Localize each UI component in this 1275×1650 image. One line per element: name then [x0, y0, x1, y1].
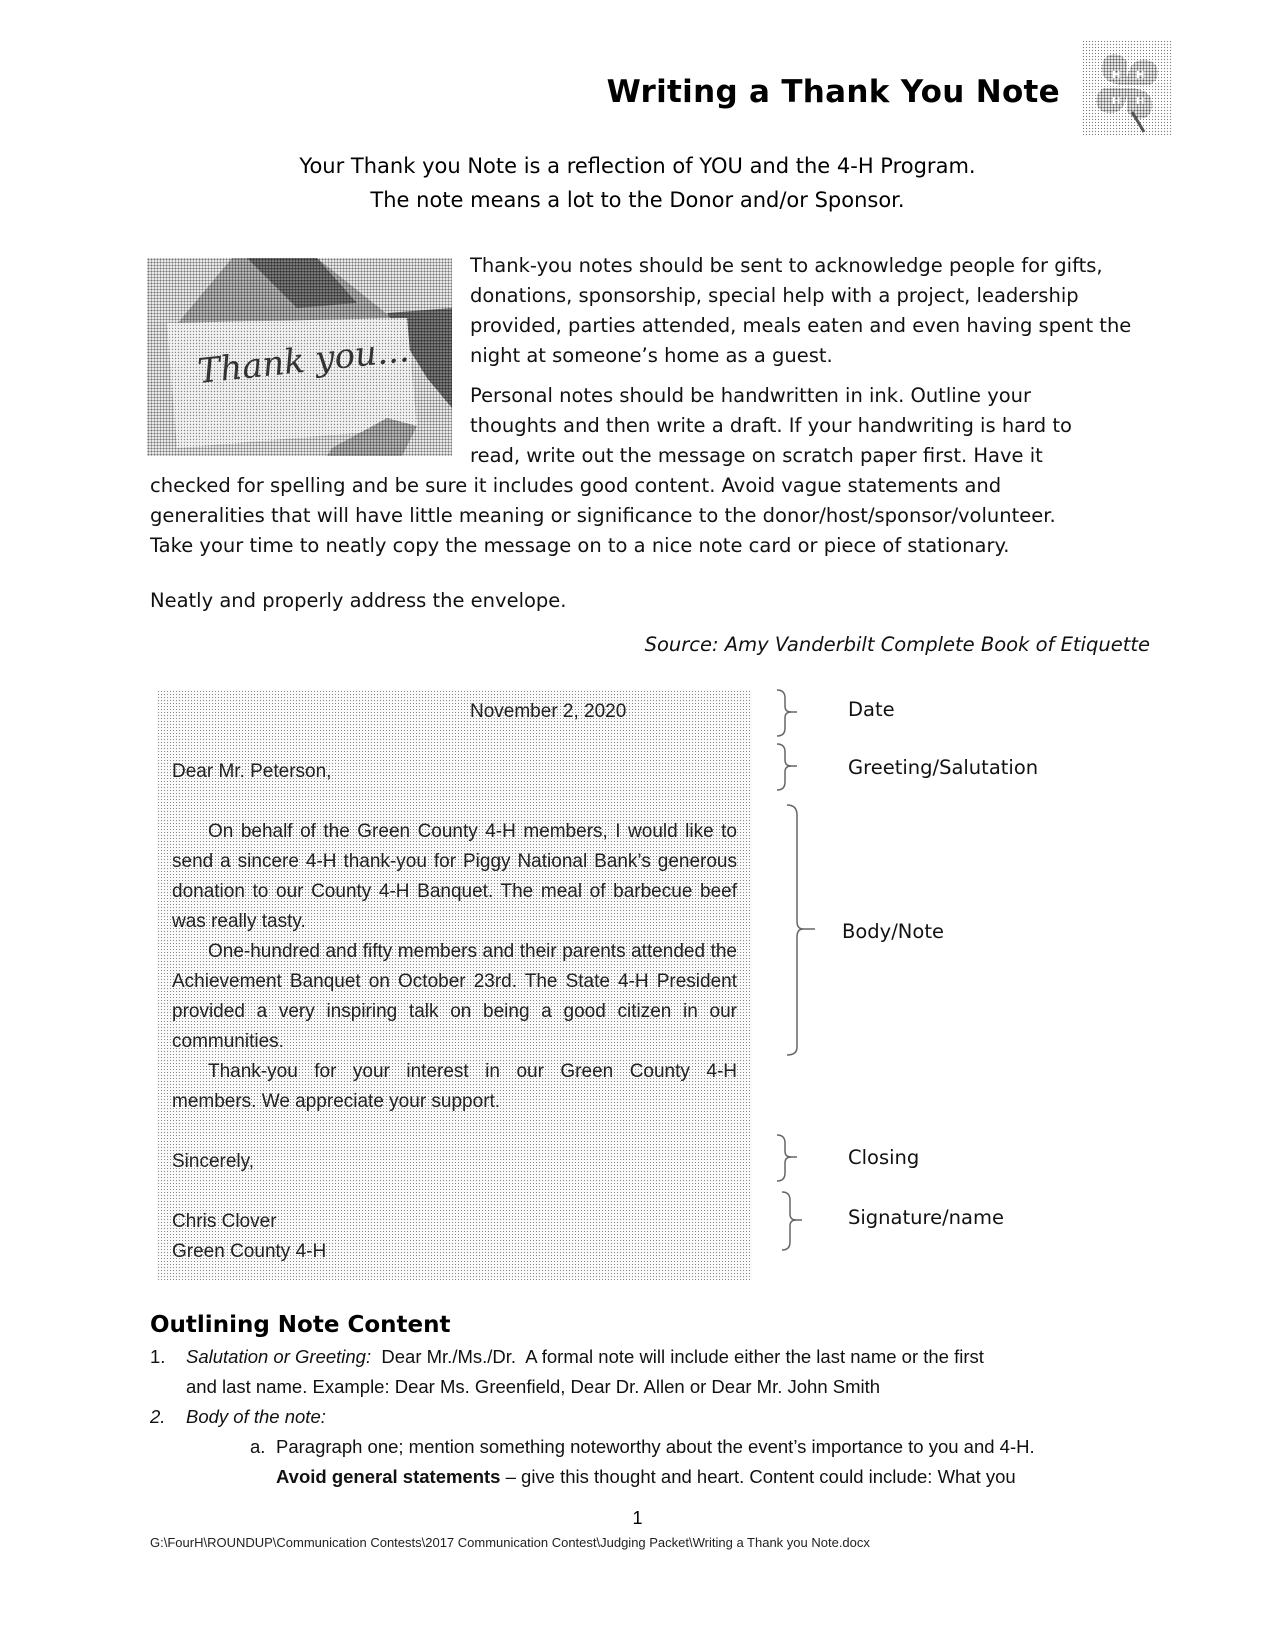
text-line: generalities that will have little meani…	[150, 504, 1056, 527]
text-line: Take your time to neatly copy the messag…	[150, 534, 1010, 557]
letter-body-paragraph: One-hundred and fifty members and their …	[172, 941, 737, 1052]
outline-subitem-a: a. Paragraph one; mention something note…	[250, 1432, 1150, 1492]
annotation-date: Date	[848, 698, 895, 721]
body-brace-icon	[786, 804, 815, 1056]
subitem-letter: a.	[250, 1436, 266, 1457]
source-citation: Source: Amy Vanderbilt Complete Book of …	[644, 633, 1150, 656]
letter-date: November 2, 2020	[470, 701, 627, 722]
item-text: and last name. Example: Dear Ms. Greenfi…	[186, 1376, 881, 1397]
text-line: Personal notes should be handwritten in …	[470, 384, 1032, 407]
bold-lead: Avoid general statements	[276, 1466, 501, 1487]
text-line: donations, sponsorship, special help wit…	[470, 284, 1079, 307]
item-label: Salutation or Greeting:	[186, 1346, 372, 1367]
annotation-body: Body/Note	[842, 920, 944, 943]
annotation-signature: Signature/name	[848, 1206, 1004, 1229]
item-text: Dear Mr./Ms./Dr. A formal note will incl…	[371, 1346, 984, 1367]
outline-item-1: 1. Salutation or Greeting: Dear Mr./Ms./…	[150, 1342, 1150, 1402]
letter-signature-org: Green County 4-H	[172, 1241, 327, 1262]
letter-greeting: Dear Mr. Peterson,	[172, 761, 332, 782]
letter-body-paragraph: Thank-you for your interest in our Green…	[172, 1061, 737, 1112]
text-line: thoughts and then write a draft. If your…	[470, 414, 1072, 437]
svg-text:H: H	[1112, 96, 1120, 107]
subitem-text: – give this thought and heart. Content c…	[500, 1466, 1016, 1487]
subitem-text: Paragraph one; mention something notewor…	[276, 1436, 1035, 1457]
intro-paragraph-3: Neatly and properly address the envelope…	[150, 589, 567, 612]
intro-paragraph-1: Thank-you notes should be sent to acknow…	[470, 251, 1150, 371]
page-number: 1	[632, 1508, 643, 1528]
text-line: night at someone’s home as a guest.	[470, 344, 833, 367]
file-path: G:\FourH\ROUNDUP\Communication Contests\…	[150, 1535, 870, 1550]
annotation-closing: Closing	[848, 1146, 920, 1169]
text-line: read, write out the message on scratch p…	[470, 444, 1043, 467]
letter-closing: Sincerely,	[172, 1151, 255, 1172]
letter-signature-name: Chris Clover	[172, 1211, 277, 1232]
section-heading: Outlining Note Content	[150, 1312, 451, 1338]
thank-you-card-image: Thank you...	[147, 258, 452, 456]
outline-item-2: 2. Body of the note:	[150, 1402, 1150, 1432]
letter-body-paragraph: On behalf of the Green County 4-H member…	[172, 821, 737, 932]
letter-body: On behalf of the Green County 4-H member…	[172, 817, 737, 1117]
intro-paragraph-2: Personal notes should be handwritten in …	[470, 381, 1150, 471]
item-number: 1.	[150, 1346, 166, 1367]
text-line: provided, parties attended, meals eaten …	[470, 314, 1132, 337]
text-line: Thank-you notes should be sent to acknow…	[470, 254, 1103, 277]
date-brace-icon	[776, 689, 797, 737]
annotation-greeting: Greeting/Salutation	[848, 756, 1039, 779]
intro-paragraph-2-continued: checked for spelling and be sure it incl…	[150, 471, 1160, 561]
item-label: Body of the note:	[186, 1406, 326, 1427]
subtitle-line-1: Your Thank you Note is a reflection of Y…	[299, 154, 976, 178]
item-number: 2.	[150, 1406, 166, 1427]
signature-brace-icon	[781, 1191, 802, 1251]
svg-text:H: H	[1136, 96, 1144, 107]
four-h-clover-icon: H H H H	[1082, 40, 1172, 135]
svg-text:H: H	[1136, 70, 1144, 81]
greeting-brace-icon	[776, 743, 797, 791]
svg-text:H: H	[1112, 70, 1120, 81]
text-line: checked for spelling and be sure it incl…	[150, 474, 1002, 497]
subtitle-line-2: The note means a lot to the Donor and/or…	[370, 188, 905, 212]
closing-brace-icon	[776, 1134, 797, 1182]
page-title: Writing a Thank You Note	[606, 74, 1060, 110]
